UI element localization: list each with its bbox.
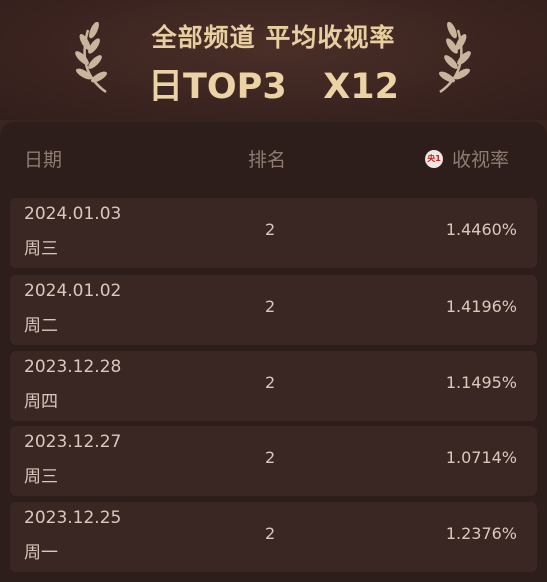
row-rate: 1.2376% — [445, 524, 517, 543]
row-weekday: 周一 — [24, 543, 58, 563]
row-weekday: 周二 — [24, 316, 58, 336]
row-rank: 2 — [265, 448, 276, 467]
table-row[interactable]: 2024.01.02 周二 2 1.4196% — [10, 275, 537, 345]
row-date: 2023.12.27 — [24, 432, 122, 452]
row-rate: 1.4460% — [445, 220, 517, 239]
table-row[interactable]: 2023.12.25 周一 2 1.2376% — [10, 502, 537, 572]
row-weekday: 周四 — [24, 392, 58, 412]
row-weekday: 周三 — [24, 467, 58, 487]
row-date: 2024.01.03 — [24, 204, 122, 224]
row-rank: 2 — [265, 220, 276, 239]
header-banner: 全部频道 平均收视率 日TOP3 X12 — [0, 0, 547, 120]
column-header-date: 日期 — [24, 149, 63, 171]
row-rate: 1.0714% — [445, 448, 517, 467]
row-rank: 2 — [265, 373, 276, 392]
table-row[interactable]: 2023.12.28 周四 2 1.1495% — [10, 351, 537, 421]
cctv1-channel-icon: 央1 — [425, 150, 443, 168]
row-date: 2023.12.28 — [24, 357, 122, 377]
page-subtitle: 日TOP3 X12 — [148, 67, 399, 107]
column-header-rate: 收视率 — [452, 149, 510, 171]
row-rate: 1.1495% — [445, 373, 517, 392]
row-date: 2024.01.02 — [24, 281, 122, 301]
row-weekday: 周三 — [24, 239, 58, 259]
table-row[interactable]: 2023.12.27 周三 2 1.0714% — [10, 426, 537, 496]
row-date: 2023.12.25 — [24, 508, 122, 528]
row-rate: 1.4196% — [445, 297, 517, 316]
row-rank: 2 — [265, 297, 276, 316]
column-header-rank: 排名 — [248, 149, 287, 171]
page-title: 全部频道 平均收视率 — [151, 23, 396, 52]
table-row[interactable]: 2024.01.03 周三 2 1.4460% — [10, 198, 537, 268]
row-rank: 2 — [265, 524, 276, 543]
